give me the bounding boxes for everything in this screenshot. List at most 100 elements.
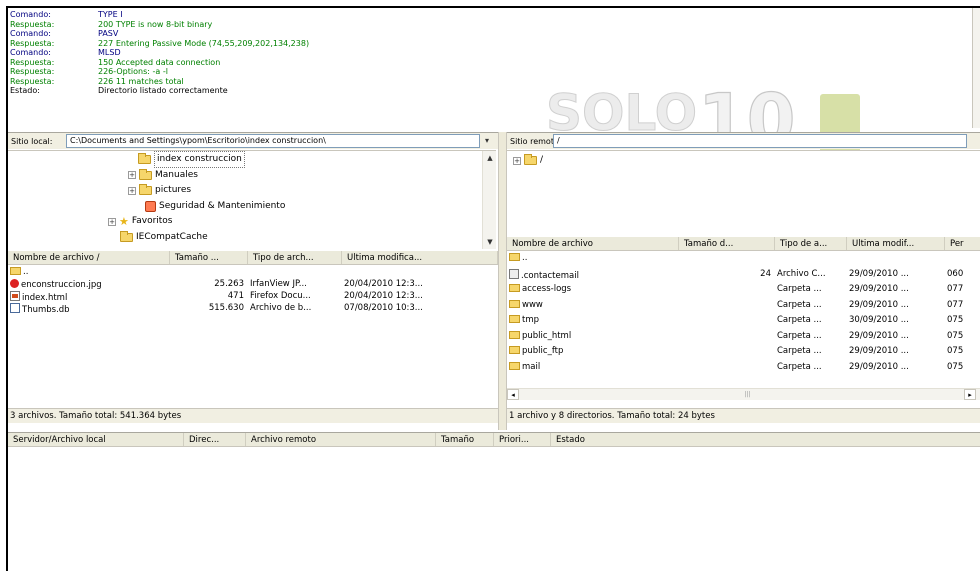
file-size [679, 315, 775, 327]
remote-list-header: Nombre de archivo Tamaño d... Tipo de a...… [507, 237, 980, 251]
file-name-cell: .. [507, 253, 679, 265]
column-header[interactable]: Ultima modif... [847, 237, 945, 250]
column-header[interactable]: Priori... [494, 433, 551, 446]
folder-icon [509, 299, 520, 308]
file-row[interactable]: www Carpeta ... 29/09/2010 ... 077 [507, 299, 980, 312]
remote-file-list: .. .contactemail 24 Archivo C... 29/09/2010 … [507, 252, 980, 388]
log-scrollbar[interactable] [972, 8, 980, 128]
file-row[interactable]: index.html 471 Firefox Docu... 20/04/2010 1… [8, 291, 492, 303]
folder-icon [509, 330, 520, 339]
file-name: index.html [22, 293, 68, 303]
column-header[interactable]: Ultima modifica... [342, 251, 498, 264]
log-text: 200 TYPE is now 8-bit binary [98, 19, 213, 29]
local-list-header: Nombre de archivo / Tamaño ... Tipo de arc… [8, 251, 498, 265]
column-header[interactable]: Archivo remoto [246, 433, 436, 446]
log-row: Comando: TYPE I [10, 10, 974, 20]
expand-icon[interactable]: + [108, 217, 116, 226]
expand-icon[interactable]: + [513, 156, 521, 165]
column-header[interactable]: Estado [551, 433, 980, 446]
expand-icon[interactable]: + [128, 186, 136, 195]
file-name-cell: .. [8, 267, 170, 279]
folder-icon [509, 315, 520, 323]
folder-icon [139, 184, 152, 195]
expand-icon[interactable]: + [128, 171, 136, 179]
column-header[interactable]: Direc... [184, 433, 246, 446]
scroll-right-icon[interactable]: ▸ [964, 389, 976, 400]
file-permissions: 060 [947, 268, 964, 279]
log-text: 226-Options: -a -l [98, 67, 168, 76]
log-text: 150 Accepted data connection [98, 57, 221, 67]
log-type: Respuesta: [10, 76, 55, 86]
tree-item[interactable]: index construccion [138, 151, 245, 168]
file-name: www [522, 299, 543, 310]
column-header[interactable]: Nombre de archivo [507, 237, 679, 250]
file-name: public_html [522, 330, 572, 341]
file-row[interactable]: .contactemail 24 Archivo C... 29/09/2010 ..… [507, 268, 980, 281]
file-size [679, 331, 775, 343]
tree-item[interactable]: + pictures [128, 183, 191, 198]
file-name: mail [522, 361, 541, 372]
tree-item[interactable]: + Manuales [128, 168, 198, 183]
file-row[interactable]: access-logs Carpeta ... 29/09/2010 ... 077 [507, 284, 980, 296]
file-name-cell: index.html [8, 291, 170, 303]
file-name-cell: public_html [507, 330, 679, 343]
tree-item[interactable]: + / [513, 153, 543, 168]
remote-path-input[interactable]: / [553, 134, 967, 148]
file-modified: 20/04/2010 12:3... [344, 291, 423, 301]
local-tree-scrollbar[interactable]: ▲ ▼ [482, 151, 496, 249]
remote-site-bar: Sitio remoto: / [507, 132, 980, 149]
column-header[interactable]: Tipo de a... [775, 237, 847, 250]
db-file-icon [10, 303, 20, 313]
scroll-grip-icon[interactable]: ||| [745, 391, 751, 398]
log-text: PASV [98, 29, 119, 38]
filezilla-window: Comando: TYPE I Respuesta: 200 TYPE is now … [6, 6, 980, 571]
file-name-cell: public_ftp [507, 346, 679, 358]
remote-hscroll[interactable]: ◂ ||| ▸ [507, 388, 980, 400]
folder-icon [524, 154, 537, 165]
folder-icon [509, 361, 520, 370]
file-modified: 29/09/2010 ... [849, 284, 909, 294]
file-size: 515.630 [208, 303, 244, 313]
column-header[interactable]: Tamaño ... [170, 251, 248, 264]
file-row[interactable]: Thumbs.db 515.630 Archivo de b... 07/08/201… [8, 303, 492, 315]
file-name-cell: access-logs [507, 284, 679, 296]
column-header[interactable]: Servidor/Archivo local [8, 433, 184, 446]
file-size [679, 300, 775, 312]
file-row[interactable]: .. [507, 253, 980, 265]
tree-item-label: index construccion [154, 151, 245, 168]
column-header[interactable]: Tamaño d... [679, 237, 775, 250]
tree-item-label: pictures [155, 185, 192, 195]
column-header[interactable]: Nombre de archivo / [8, 251, 170, 264]
remote-site-label: Sitio remoto: [510, 136, 562, 146]
tree-item[interactable]: + ★ Favoritos [108, 214, 173, 229]
message-log: Comando: TYPE I Respuesta: 200 TYPE is now … [8, 8, 974, 128]
file-row[interactable]: public_html Carpeta ... 29/09/2010 ... 075 [507, 330, 980, 343]
log-row: Comando: PASV [10, 29, 974, 39]
log-row: Respuesta: 227 Entering Passive Mode (74,… [10, 39, 974, 49]
file-name: Thumbs.db [22, 305, 70, 315]
local-path-input[interactable]: C:\Documents and Settings\ypom\Escritori… [66, 134, 480, 148]
file-permissions: 075 [947, 346, 964, 356]
scroll-up-icon[interactable]: ▲ [484, 152, 496, 164]
scroll-down-icon[interactable]: ▼ [484, 236, 496, 248]
pane-splitter[interactable] [498, 132, 507, 430]
chevron-down-icon[interactable]: ▾ [480, 134, 494, 148]
scroll-left-icon[interactable]: ◂ [507, 389, 519, 400]
file-row[interactable]: enconstruccion.jpg 25.263 IrfanView JP... 2… [8, 279, 492, 291]
file-permissions: 077 [947, 299, 964, 310]
log-text: TYPE I [98, 10, 123, 19]
log-type: Estado: [10, 86, 40, 95]
column-header[interactable]: Tamaño [436, 433, 494, 446]
file-size [679, 362, 775, 374]
log-text: Directorio listado correctamente [98, 86, 228, 95]
file-row[interactable]: .. [8, 267, 492, 279]
html-file-icon [10, 291, 20, 301]
file-name: .contactemail [521, 270, 579, 281]
file-row[interactable]: tmp Carpeta ... 30/09/2010 ... 075 [507, 315, 980, 327]
tree-item[interactable]: Seguridad & Mantenimiento [145, 199, 285, 214]
tree-item[interactable]: IECompatCache [120, 230, 208, 245]
column-header[interactable]: Tipo de arch... [248, 251, 342, 264]
file-row[interactable]: public_ftp Carpeta ... 29/09/2010 ... 075 [507, 346, 980, 358]
column-header[interactable]: Per [945, 237, 980, 250]
file-row[interactable]: mail Carpeta ... 29/09/2010 ... 075 [507, 361, 980, 374]
